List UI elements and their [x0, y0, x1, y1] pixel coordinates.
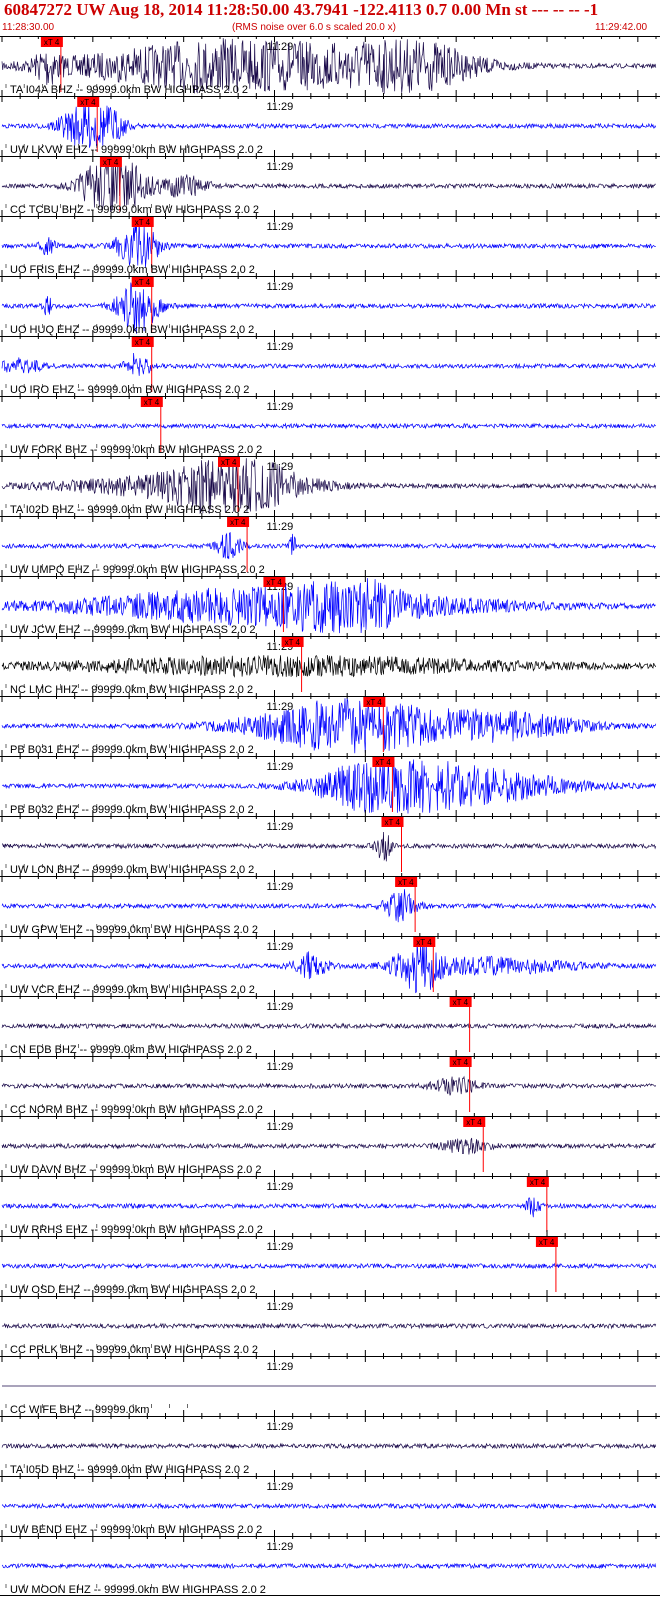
minute-tick-label: 11:29 — [267, 1301, 294, 1313]
waveform-trace — [1, 219, 656, 268]
pick-label: xT 4 — [266, 578, 282, 587]
waveform-trace — [1, 422, 657, 430]
pick-label: xT 4 — [453, 1058, 469, 1067]
start-time: 11:28:30.00 — [2, 22, 55, 33]
minute-tick-label: 11:29 — [267, 881, 294, 893]
minute-tick-label: 11:29 — [267, 1481, 294, 1493]
station-label: UW VCR EHZ -- 99999.0km BW HIGHPASS 2.0 … — [10, 984, 255, 996]
waveform-trace — [1, 1562, 657, 1570]
station-label: UW GPW EHZ -- 99999.0km BW HIGHPASS 2.0 … — [10, 924, 258, 936]
station-label: PB B031 EHZ -- 99999.0km BW HIGHPASS 2.0… — [10, 744, 254, 756]
minute-tick-label: 11:29 — [267, 341, 294, 353]
station-label: CC WIFE BHZ -- 99999.0km — [10, 1404, 149, 1416]
pick-label: xT 4 — [44, 38, 60, 47]
waveform-trace — [1, 889, 657, 923]
waveform-trace — [1, 352, 656, 376]
waveform-trace — [1, 1322, 657, 1330]
minute-tick-label: 11:29 — [267, 161, 294, 173]
station-label: UW FORK BHZ -- 99999.0km BW HIGHPASS 2.0… — [10, 444, 262, 456]
pick-label: xT 4 — [103, 158, 119, 167]
waveform-trace — [1, 1022, 657, 1030]
waveform-trace — [1, 655, 657, 678]
plot-header: 60847272 UW Aug 18, 2014 11:28:50.00 43.… — [0, 0, 660, 36]
station-label: UO HUQ EHZ -- 99999.0km BW HIGHPASS 2.0 … — [10, 324, 254, 336]
minute-tick-label: 11:29 — [267, 281, 294, 293]
pick-label: xT 4 — [539, 1238, 555, 1247]
station-label: UO IRO EHZ -- 99999.0km BW HIGHPASS 2.0 … — [10, 384, 249, 396]
minute-tick-label: 11:29 — [267, 1421, 294, 1433]
waveform-trace — [1, 1502, 657, 1510]
station-label: UW RRHS EHZ -- 99999.0km BW HIGHPASS 2.0… — [10, 1224, 263, 1236]
minute-tick-label: 11:29 — [267, 1181, 294, 1193]
minute-tick-label: 11:29 — [267, 1121, 294, 1133]
pick-label: xT 4 — [398, 878, 414, 887]
minute-tick-label: 11:29 — [267, 401, 294, 413]
minute-tick-label: 11:29 — [267, 701, 294, 713]
pick-label: xT 4 — [135, 278, 151, 287]
minute-tick-label: 11:29 — [267, 761, 294, 773]
station-label: UW MOON EHZ -- 99999.0km BW HIGHPASS 2.0… — [10, 1584, 266, 1596]
pick-label: xT 4 — [221, 458, 237, 467]
pick-label: xT 4 — [80, 98, 96, 107]
pick-label: xT 4 — [230, 518, 246, 527]
pick-label: xT 4 — [366, 698, 382, 707]
minute-tick-label: 11:29 — [267, 521, 294, 533]
pick-label: xT 4 — [453, 998, 469, 1007]
station-label: UW DAVN BHZ -- 99999.0km BW HIGHPASS 2.0… — [10, 1164, 261, 1176]
waveform-trace — [1, 1442, 657, 1450]
pick-label: xT 4 — [135, 338, 151, 347]
minute-tick-label: 11:29 — [267, 1001, 294, 1013]
waveform-trace — [1, 831, 657, 862]
waveform-trace — [1, 1197, 657, 1218]
minute-tick-label: 11:29 — [267, 1541, 294, 1553]
pick-label: xT 4 — [530, 1178, 546, 1187]
station-label: CC PRLK BHZ -- 99999.0km BW HIGHPASS 2.0… — [10, 1344, 258, 1356]
station-label: CC NORM BHZ -- 99999.0km BW HIGHPASS 2.0… — [10, 1104, 263, 1116]
station-label: UW UMPQ EHZ -- 99999.0km BW HIGHPASS 2.0… — [10, 564, 265, 576]
pick-label: xT 4 — [144, 398, 160, 407]
waveform-trace — [1, 1262, 657, 1270]
event-title: 60847272 UW Aug 18, 2014 11:28:50.00 43.… — [4, 0, 599, 19]
end-time: 11:29:42.00 — [595, 22, 648, 33]
pick-label: xT 4 — [466, 1118, 482, 1127]
station-label: UW BEND EHZ -- 99999.0km BW HIGHPASS 2.0… — [10, 1524, 262, 1536]
station-label: UW OSD EHZ -- 99999.0km BW HIGHPASS 2.0 … — [10, 1284, 256, 1296]
pick-label: xT 4 — [375, 758, 391, 767]
minute-tick-label: 11:29 — [267, 1061, 294, 1073]
waveform-trace — [1, 1137, 656, 1155]
minute-tick-label: 11:29 — [267, 221, 294, 233]
seismogram-panel: 11:29xT 4TA I04A BHZ -- 99999.0km BW HIG… — [0, 36, 660, 1596]
pick-label: xT 4 — [285, 638, 301, 647]
station-label: CC TCBU BHZ -- 99999.0km BW HIGHPASS 2.0… — [10, 204, 259, 216]
pick-label: xT 4 — [135, 218, 151, 227]
station-label: UW JCW EHZ -- 99999.0km BW HIGHPASS 2.0 … — [10, 624, 256, 636]
pick-label: xT 4 — [385, 818, 401, 827]
waveform-trace — [1, 102, 657, 148]
minute-tick-label: 11:29 — [267, 101, 294, 113]
scaling-note: (RMS noise over 6.0 s scaled 20.0 x) — [232, 22, 396, 33]
waveform-trace — [1, 532, 657, 560]
station-label: NC LMC HHZ -- 99999.0km BW HIGHPASS 2.0 … — [10, 684, 253, 696]
minute-tick-label: 11:29 — [267, 941, 294, 953]
waveform-trace — [1, 1075, 657, 1096]
station-label: UW LON BHZ -- 99999.0km BW HIGHPASS 2.0 … — [10, 864, 254, 876]
station-label: UW LKVW EHZ -- 99999.0km BW HIGHPASS 2.0… — [10, 144, 263, 156]
minute-tick-label: 11:29 — [267, 1241, 294, 1253]
minute-tick-label: 11:29 — [267, 1361, 294, 1373]
station-label: CN EDB BHZ -- 99999.0km BW HIGHPASS 2.0 … — [10, 1044, 252, 1056]
station-label: PB B032 EHZ -- 99999.0km BW HIGHPASS 2.0… — [10, 804, 254, 816]
minute-tick-label: 11:29 — [267, 821, 294, 833]
pick-label: xT 4 — [416, 938, 432, 947]
station-label: UO FRIS EHZ -- 99999.0km BW HIGHPASS 2.0… — [10, 264, 255, 276]
